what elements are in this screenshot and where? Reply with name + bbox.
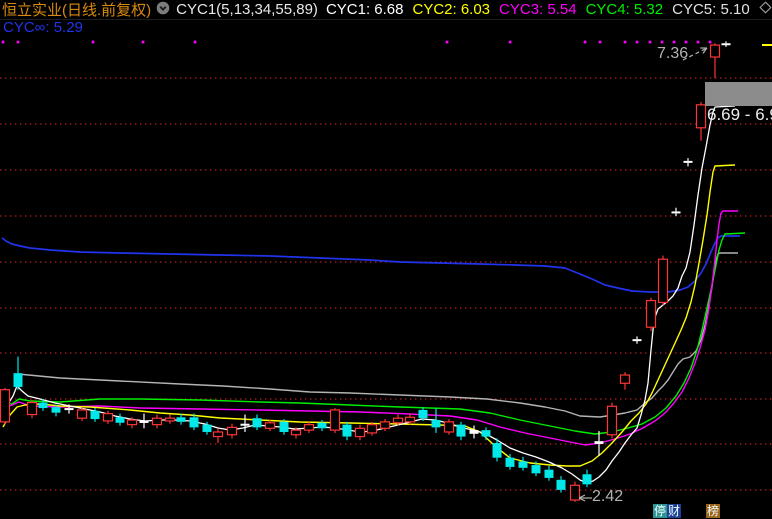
- diamond-icon[interactable]: [759, 1, 772, 18]
- indicator-bar: 恒立实业(日线.前复权) CYC1(5,13,34,55,89) CYC1: 6…: [0, 0, 772, 20]
- candle-up[interactable]: [368, 425, 377, 433]
- candle-flat[interactable]: [722, 43, 731, 45]
- candle-up[interactable]: [266, 423, 275, 429]
- candle-up[interactable]: [292, 430, 301, 435]
- candle-down[interactable]: [343, 425, 352, 437]
- event-dot: [709, 41, 712, 44]
- candle-down[interactable]: [557, 480, 566, 490]
- event-dot: [509, 41, 512, 44]
- candle-down[interactable]: [14, 373, 23, 387]
- candle-down[interactable]: [253, 418, 262, 427]
- candle-flat[interactable]: [595, 441, 604, 444]
- candle-up[interactable]: [621, 375, 630, 383]
- low-price-label: 2.42: [592, 488, 623, 506]
- event-dot: [584, 41, 587, 44]
- candle-down[interactable]: [116, 417, 125, 423]
- candle-down[interactable]: [203, 425, 212, 432]
- candle-down[interactable]: [532, 465, 541, 473]
- price-chart-canvas[interactable]: [0, 0, 772, 519]
- candle-up[interactable]: [445, 422, 454, 432]
- price-range-tooltip: 6.69 - 6.9: [707, 105, 772, 125]
- candle-down[interactable]: [506, 458, 515, 467]
- candle-up[interactable]: [214, 432, 223, 437]
- candle-down[interactable]: [190, 417, 199, 427]
- candle-up[interactable]: [394, 418, 403, 423]
- high-price-label: 7.36: [657, 45, 688, 63]
- quick-button-finance[interactable]: 财: [667, 504, 681, 518]
- event-dot: [92, 41, 95, 44]
- candle-down[interactable]: [432, 420, 441, 427]
- candle-up[interactable]: [406, 417, 415, 422]
- candle-down[interactable]: [545, 470, 554, 478]
- candle-flat[interactable]: [672, 211, 681, 213]
- event-dot: [649, 41, 652, 44]
- tooltip-box: [705, 82, 772, 106]
- cyc-line-CYC-inf: [2, 236, 740, 292]
- cyc-line-CYC4: [3, 233, 745, 434]
- candle-flat[interactable]: [470, 430, 479, 434]
- candle-up[interactable]: [1, 390, 10, 422]
- event-dot: [636, 41, 639, 44]
- quick-button-rank[interactable]: 榜: [706, 504, 720, 518]
- candle-up[interactable]: [331, 410, 340, 430]
- candle-up[interactable]: [571, 485, 580, 500]
- cyc5-value: CYC5: 5.10: [672, 1, 750, 18]
- candle-up[interactable]: [228, 427, 237, 434]
- cyc2-value: CYC2: 6.03: [412, 1, 490, 18]
- candle-down[interactable]: [39, 403, 48, 409]
- candle-up[interactable]: [28, 403, 37, 415]
- candle-down[interactable]: [52, 407, 61, 413]
- candle-down[interactable]: [177, 417, 186, 422]
- event-dot: [194, 41, 197, 44]
- candle-down[interactable]: [457, 425, 466, 437]
- candle-down[interactable]: [280, 422, 289, 432]
- cyc-inf-value: CYC∞: 5.29: [3, 19, 83, 35]
- quick-button-halt[interactable]: 停: [653, 504, 667, 518]
- candle-up[interactable]: [78, 410, 87, 418]
- cyc1-value: CYC1: 6.68: [326, 1, 404, 18]
- event-dot: [142, 41, 145, 44]
- candle-up[interactable]: [128, 420, 137, 425]
- candle-flat[interactable]: [241, 424, 250, 426]
- candle-up[interactable]: [305, 425, 314, 431]
- cyc-line-CYC3: [3, 211, 738, 445]
- chevron-down-circle-icon[interactable]: [156, 1, 170, 19]
- event-dot: [661, 41, 664, 44]
- candle-flat[interactable]: [633, 339, 642, 341]
- candle-flat[interactable]: [65, 408, 74, 410]
- candle-flat[interactable]: [140, 421, 149, 423]
- candle-up[interactable]: [356, 428, 365, 436]
- event-dot: [697, 41, 700, 44]
- candle-up[interactable]: [647, 301, 656, 328]
- candle-flat[interactable]: [684, 161, 693, 163]
- candle-up[interactable]: [608, 406, 617, 434]
- event-dot: [685, 41, 688, 44]
- cyc-line-CYC5: [18, 253, 738, 417]
- candle-up[interactable]: [697, 105, 706, 128]
- cyc4-value: CYC4: 5.32: [586, 1, 664, 18]
- event-dot: [599, 41, 602, 44]
- candle-up[interactable]: [711, 45, 720, 57]
- cyc3-value: CYC3: 5.54: [499, 1, 577, 18]
- candle-up[interactable]: [659, 259, 668, 302]
- event-dot: [624, 41, 627, 44]
- candle-up[interactable]: [166, 418, 175, 421]
- candle-up[interactable]: [381, 422, 390, 428]
- candle-up[interactable]: [104, 414, 113, 421]
- event-dot: [673, 41, 676, 44]
- candle-down[interactable]: [419, 410, 428, 418]
- candle-down[interactable]: [583, 474, 592, 484]
- candle-down[interactable]: [493, 443, 502, 458]
- candle-up[interactable]: [153, 418, 162, 424]
- event-dot: [2, 41, 5, 44]
- event-dot: [17, 41, 20, 44]
- candle-down[interactable]: [318, 423, 327, 429]
- candle-down[interactable]: [482, 430, 491, 436]
- stock-title: 恒立实业(日线.前复权): [2, 0, 151, 20]
- candle-down[interactable]: [519, 461, 528, 467]
- trading-app-window: { "header": { "title": "恒立实业(日线.前复权)", "…: [0, 0, 772, 519]
- candle-down[interactable]: [91, 411, 100, 419]
- event-dot: [446, 41, 449, 44]
- indicator-name[interactable]: CYC1(5,13,34,55,89): [176, 1, 318, 18]
